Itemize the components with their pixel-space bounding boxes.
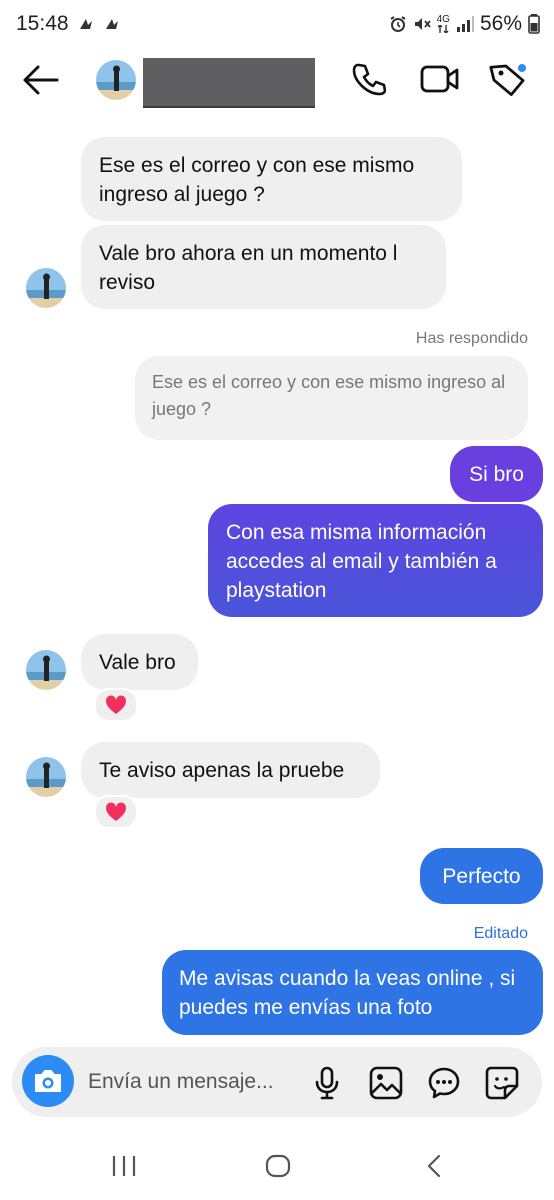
mute-icon: [413, 15, 431, 33]
tag-button[interactable]: [488, 60, 530, 105]
status-right: 4G 56%: [389, 12, 540, 36]
outgoing-message[interactable]: Perfecto: [420, 848, 543, 904]
camera-icon: [35, 1070, 61, 1092]
incoming-message[interactable]: Vale bro: [81, 634, 198, 690]
incoming-message[interactable]: Te aviso apenas la pruebe: [81, 742, 380, 798]
home-icon: [265, 1154, 291, 1178]
voice-call-button[interactable]: [352, 62, 387, 101]
outgoing-message[interactable]: Si bro: [450, 446, 543, 502]
image-icon: [369, 1066, 403, 1100]
back-nav-button[interactable]: [425, 1154, 443, 1183]
chevron-left-icon: [427, 1154, 441, 1178]
chat-bubble-icon: [428, 1067, 460, 1099]
incoming-message[interactable]: Vale bro ahora en un momento l reviso: [81, 225, 446, 309]
tag-icon: [489, 62, 528, 96]
reply-label: Has respondido: [415, 330, 528, 347]
microphone-button[interactable]: [313, 1066, 341, 1105]
video-call-button[interactable]: [420, 62, 460, 101]
contact-avatar[interactable]: [96, 60, 136, 100]
heart-reaction[interactable]: [94, 795, 138, 829]
sender-avatar[interactable]: [26, 268, 66, 308]
message-input[interactable]: Envía un mensaje...: [88, 1070, 274, 1094]
battery-icon: [528, 14, 540, 34]
video-camera-icon: [420, 65, 459, 93]
recents-icon: [112, 1156, 136, 1176]
notification-icon: [80, 19, 92, 29]
home-button[interactable]: [265, 1154, 291, 1183]
phone-icon: [352, 63, 387, 96]
outgoing-message[interactable]: Me avisas cuando la veas online , si pue…: [162, 950, 543, 1035]
battery-percent: 56%: [479, 12, 522, 35]
back-button[interactable]: [22, 62, 60, 103]
sender-avatar[interactable]: [26, 650, 66, 690]
status-time: 15:48: [16, 12, 69, 35]
microphone-icon: [315, 1066, 339, 1100]
quick-replies-button[interactable]: [427, 1066, 461, 1105]
contact-name-redacted[interactable]: [143, 58, 315, 106]
heart-icon: [105, 802, 127, 821]
status-notification-icons: [78, 17, 120, 31]
network-type: 4G: [437, 15, 450, 33]
heart-reaction[interactable]: [94, 688, 138, 722]
notification-icon: [106, 19, 118, 29]
outgoing-message[interactable]: Con esa misma información accedes al ema…: [208, 504, 543, 617]
arrow-left-icon: [23, 65, 59, 95]
edited-label: Editado: [473, 925, 528, 942]
signal-icon: [456, 16, 474, 32]
gallery-button[interactable]: [369, 1066, 403, 1105]
camera-button[interactable]: [22, 1055, 74, 1107]
quoted-message[interactable]: Ese es el correo y con ese mismo ingreso…: [135, 356, 528, 440]
incoming-message[interactable]: Ese es el correo y con ese mismo ingreso…: [81, 137, 462, 221]
sender-avatar[interactable]: [26, 757, 66, 797]
sticker-button[interactable]: [485, 1066, 519, 1105]
recent-apps-button[interactable]: [111, 1154, 137, 1183]
alarm-icon: [389, 15, 407, 33]
heart-icon: [105, 695, 127, 714]
sticker-icon: [485, 1066, 519, 1100]
